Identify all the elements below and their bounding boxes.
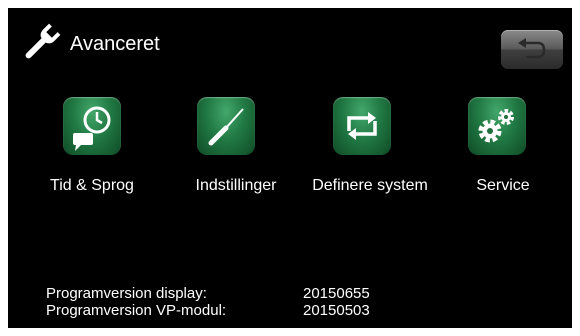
service-label[interactable]: Service [428, 176, 572, 196]
indstillinger-label[interactable]: Indstillinger [161, 176, 311, 196]
clock-speech-bubble-icon [73, 106, 111, 151]
page-title: Avanceret [70, 33, 160, 55]
definere-system-button[interactable] [333, 97, 391, 155]
definere-system-label[interactable]: Definere system [295, 176, 445, 196]
indstillinger-button[interactable] [197, 97, 255, 155]
display-version-value: 20150655 [303, 285, 370, 302]
screwdriver-icon [208, 108, 244, 146]
vp-version-value: 20150503 [303, 302, 370, 319]
display-version-label: Programversion display: [46, 285, 207, 302]
service-button[interactable] [468, 97, 526, 155]
gears-icon [478, 109, 514, 143]
back-button[interactable] [501, 30, 563, 69]
vp-version-label: Programversion VP-modul: [46, 302, 227, 319]
tid-sprog-button[interactable] [63, 97, 121, 155]
screen: Avanceret Tid & Sprog Indstillinger Defi… [8, 8, 572, 328]
back-arrow-icon [518, 38, 546, 59]
cycle-arrows-icon [347, 112, 377, 140]
wrench-icon [20, 20, 64, 64]
tid-sprog-label[interactable]: Tid & Sprog [17, 176, 167, 196]
